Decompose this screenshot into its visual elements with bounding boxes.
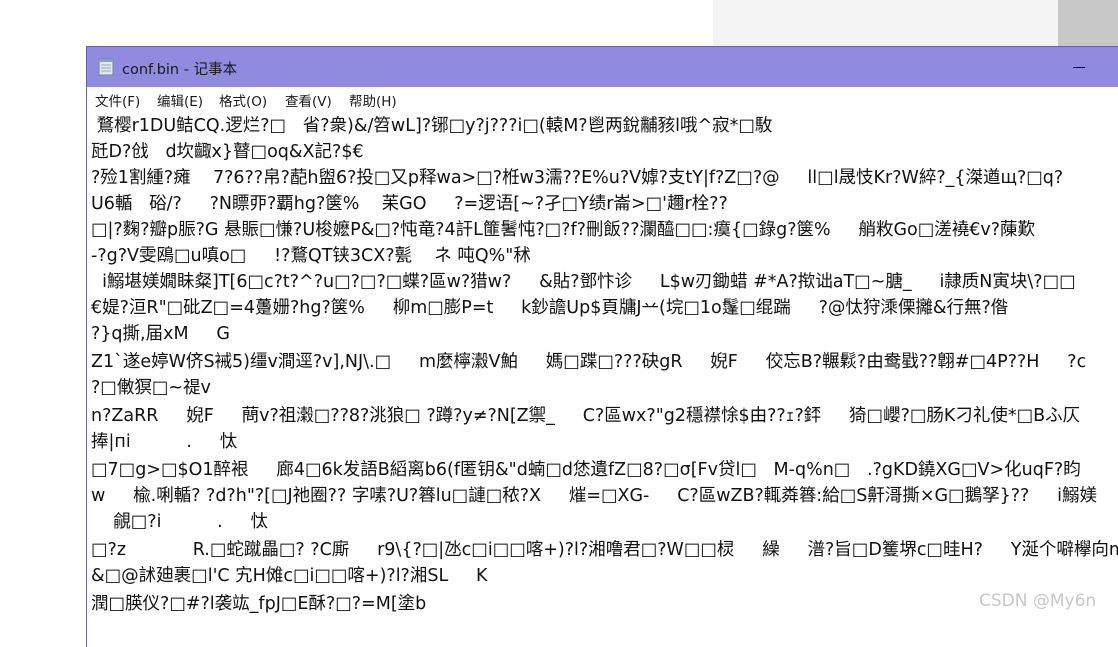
text-line: □|?麴?瓣p脤?G 悬賑□慊?U梭嬷P&□?忳竜?4訐L篚鬐忳?□?f?刪飯?…	[91, 220, 1036, 240]
text-line: Z1`遂e婷W侪S裓5)缰v澗逕?v],NJ\.□ m麼檸瀫V鮊 媽□蹀□???…	[91, 352, 1087, 372]
text-line: 潤□朠仪?□#?l袭竑_fpJ□E酥?□?=M[塗b	[91, 594, 427, 614]
notepad-icon	[98, 58, 114, 76]
text-line: 捧|пі . 忲	[91, 432, 238, 452]
text-line: &□@訹廸裹□l'C 宄H傩c□i□□喀+)?l?湘SL K	[91, 566, 488, 586]
text-line: U6輴 硲/? ?N瞟丣?覇hg?箧% 苿GO ?=逻语[~?孑□Y绩r崙>□'…	[91, 194, 728, 214]
text-line: w 楡.唎輴? ?d?h"?[□J祂圈?? 字嗉?U?簭lu□謰□秾?X 熣=□…	[91, 486, 1097, 506]
text-line: €媞?洹R"□砒Z□=4躉姗?hg?箧% 柳m□膨P=t k鈔譫Up$頁牗J䒑(…	[91, 298, 1009, 318]
minimize-button[interactable]	[1059, 53, 1099, 81]
text-line: ?□僌猽□~禔v	[91, 378, 211, 398]
text-line: 覦□?i . 忲	[91, 512, 268, 532]
text-editor-area[interactable]: 鶩樱r1DU鲒CQ.逻烂?□ 省?衆)&/笤wL]?铘□y?j???i□(轅M?…	[87, 111, 1118, 647]
text-line: □7□g>□$O1醉裉 廊4□6k发語B縚离b6(f匿钥&"d蝻□d恷遺fZ□8…	[91, 460, 1081, 480]
text-line: □?z R.□蛇蹴畾□? ?C廝 r9\{?□|氹c□i□□喀+)?l?湘噜君□…	[91, 540, 1118, 560]
text-line: ?殓1割緟?瘫 7?6??帛?蓜h盥6?投□又p释wa>□?栣w3濡??E%u?…	[91, 168, 1064, 188]
text-line: i鰯堪媄嫺眛粲]T[6□c?t?^?u□?□?□蝶?區w?猎w? &貼?鄧忭诊 …	[91, 272, 1076, 292]
menu-edit[interactable]: 编辑(E)	[157, 90, 203, 110]
text-line: n?ZaRR 婗F 蔄v?祖濲□??8?洮狼□ ?蹲?y≠?N[Z禦_ C?區w…	[91, 406, 1081, 426]
watermark: CSDN @My6n	[979, 591, 1097, 611]
text-line: 鶩樱r1DU鲒CQ.逻烂?□ 省?衆)&/笤wL]?铘□y?j???i□(轅M?…	[91, 116, 773, 136]
background-window	[713, 0, 1058, 46]
menu-bar: 文件(F) 编辑(E) 格式(O) 查看(V) 帮助(H)	[87, 87, 1118, 111]
menu-file[interactable]: 文件(F)	[95, 90, 140, 110]
window-title: conf.bin - 记事本	[122, 62, 238, 78]
text-line: -?g?V雯鴎□u嗔o□ !?鶩QT铗3CX?甏 ネ 吨Q%"秫	[91, 246, 531, 266]
notepad-window: conf.bin - 记事本 文件(F) 编辑(E) 格式(O) 查看(V) 帮…	[86, 46, 1118, 647]
title-bar[interactable]: conf.bin - 记事本	[87, 47, 1118, 87]
menu-view[interactable]: 查看(V)	[285, 90, 332, 110]
menu-help[interactable]: 帮助(H)	[349, 90, 397, 110]
text-line: 瓩D?戗 d坎齱x}瞽□oq&X記?$€	[91, 142, 364, 162]
background-window-edge	[1058, 0, 1118, 46]
text-line: ?}q撕,届xM G	[91, 324, 230, 344]
desktop-background-left	[0, 0, 87, 622]
menu-format[interactable]: 格式(O)	[219, 90, 267, 110]
